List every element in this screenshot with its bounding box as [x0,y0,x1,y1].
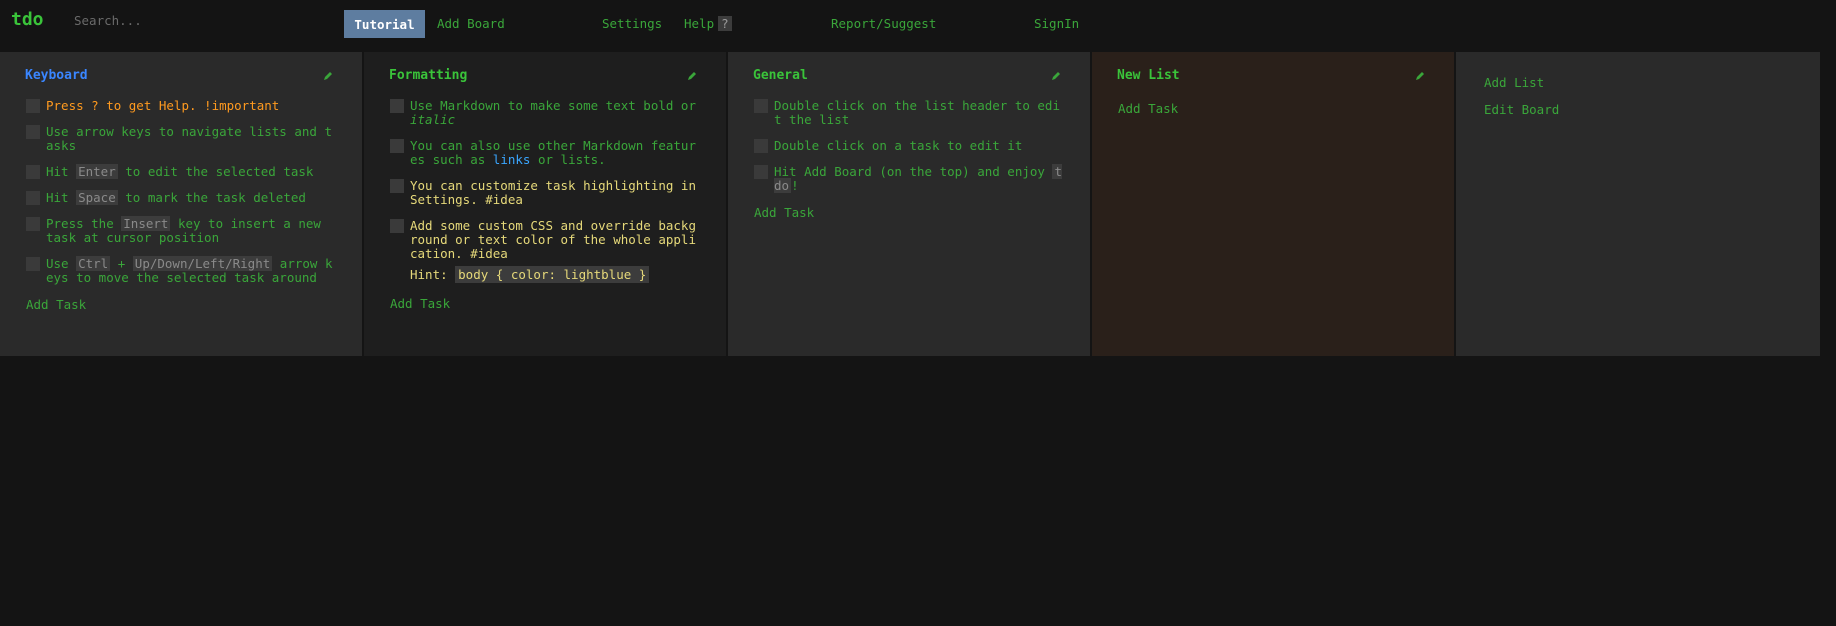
task-checkbox[interactable] [26,257,40,271]
task-checkbox[interactable] [390,99,404,113]
task-text: Use Markdown to make some text bold or i… [410,98,696,127]
task-checkbox[interactable] [26,125,40,139]
settings-link[interactable]: Settings [602,16,662,31]
add-board-link[interactable]: Add Board [437,16,505,31]
task-text: You can customize task highlighting in S… [410,178,696,207]
task-text: Double click on the list header to edit … [774,98,1060,127]
pencil-icon[interactable] [1050,70,1062,82]
board: Keyboard Press ? to get Help. !important… [0,52,1836,356]
task-checkbox[interactable] [26,99,40,113]
pencil-icon[interactable] [686,70,698,82]
report-suggest-link[interactable]: Report/Suggest [831,16,936,31]
kbd-ctrl: Ctrl [76,256,111,271]
add-task-button[interactable]: Add Task [26,297,334,312]
signin-link[interactable]: SignIn [1034,16,1079,31]
hint-code: body { color: lightblue } [455,266,650,283]
task-item[interactable]: You can also use other Markdown features… [390,139,698,167]
task-text: Add some custom CSS and override backgro… [410,218,696,261]
task-text: Hit Enter to edit the selected task [46,164,314,179]
list-title[interactable]: Formatting [389,68,467,83]
help-badge: ? [718,16,732,31]
add-task-button[interactable]: Add Task [754,205,1062,220]
task-item[interactable]: Press the Insert key to insert a new tas… [26,216,334,245]
list-keyboard[interactable]: Keyboard Press ? to get Help. !important… [0,52,362,356]
board-actions-panel: Add List Edit Board [1456,52,1820,356]
tab-tutorial[interactable]: Tutorial [344,10,425,38]
task-item[interactable]: Hit Add Board (on the top) and enjoy tdo… [754,164,1062,193]
task-text: Use Ctrl + Up/Down/Left/Right arrow keys… [46,256,333,285]
task-checkbox[interactable] [26,165,40,179]
task-hint: Hint: body { color: lightblue } [410,266,698,283]
task-item[interactable]: Use Markdown to make some text bold or i… [390,99,698,127]
add-task-button[interactable]: Add Task [390,296,698,311]
task-checkbox[interactable] [390,179,404,193]
kbd-space: Space [76,190,118,205]
task-list: Press ? to get Help. !important Use arro… [26,99,334,312]
task-checkbox[interactable] [390,139,404,153]
kbd-arrows: Up/Down/Left/Right [132,256,273,271]
task-text: Press the Insert key to insert a new tas… [46,216,321,245]
top-bar: tdo Search... Tutorial Add Board Setting… [0,0,1836,45]
task-item[interactable]: Double click on a task to edit it [754,139,1062,153]
task-list: Add Task [1118,99,1426,116]
task-item[interactable]: Press ? to get Help. !important [26,99,334,113]
list-general[interactable]: General Double click on the list header … [728,52,1090,356]
board-actions: Add List Edit Board [1484,75,1559,129]
search-input[interactable]: Search... [74,13,142,28]
task-text: Hit Add Board (on the top) and enjoy tdo… [774,164,1062,193]
task-text: You can also use other Markdown features… [410,138,696,167]
task-text: Use arrow keys to navigate lists and tas… [46,124,332,153]
task-checkbox[interactable] [26,191,40,205]
task-item[interactable]: You can customize task highlighting in S… [390,179,698,207]
task-checkbox[interactable] [754,165,768,179]
task-text: Hit Space to mark the task deleted [46,190,306,205]
task-text: Double click on a task to edit it [774,138,1023,153]
list-title[interactable]: General [753,68,808,83]
list-new-list[interactable]: New List Add Task [1092,52,1454,356]
task-checkbox[interactable] [390,219,404,233]
task-item[interactable]: Double click on the list header to edit … [754,99,1062,127]
task-item[interactable]: Hit Enter to edit the selected task [26,164,334,179]
task-item[interactable]: Hit Space to mark the task deleted [26,190,334,205]
task-checkbox[interactable] [754,139,768,153]
task-item[interactable]: Add some custom CSS and override backgro… [390,219,698,261]
pencil-icon[interactable] [322,70,334,82]
kbd-insert: Insert [121,216,171,231]
task-checkbox[interactable] [26,217,40,231]
add-task-button[interactable]: Add Task [1118,101,1426,116]
task-list: Use Markdown to make some text bold or i… [390,99,698,311]
help-label: Help [684,16,715,31]
app-logo[interactable]: tdo [11,9,44,30]
list-formatting[interactable]: Formatting Use Markdown to make some tex… [364,52,726,356]
task-list: Double click on the list header to edit … [754,99,1062,220]
task-item[interactable]: Use Ctrl + Up/Down/Left/Right arrow keys… [26,256,334,285]
list-title[interactable]: New List [1117,68,1180,83]
list-title[interactable]: Keyboard [25,68,88,83]
add-list-button[interactable]: Add List [1484,75,1559,90]
edit-board-button[interactable]: Edit Board [1484,102,1559,117]
help-link[interactable]: Help? [684,16,732,31]
pencil-icon[interactable] [1414,70,1426,82]
task-item[interactable]: Use arrow keys to navigate lists and tas… [26,125,334,153]
kbd-enter: Enter [76,164,118,179]
markdown-link[interactable]: links [493,152,531,167]
task-text: Press ? to get Help. !important [46,98,280,113]
task-checkbox[interactable] [754,99,768,113]
